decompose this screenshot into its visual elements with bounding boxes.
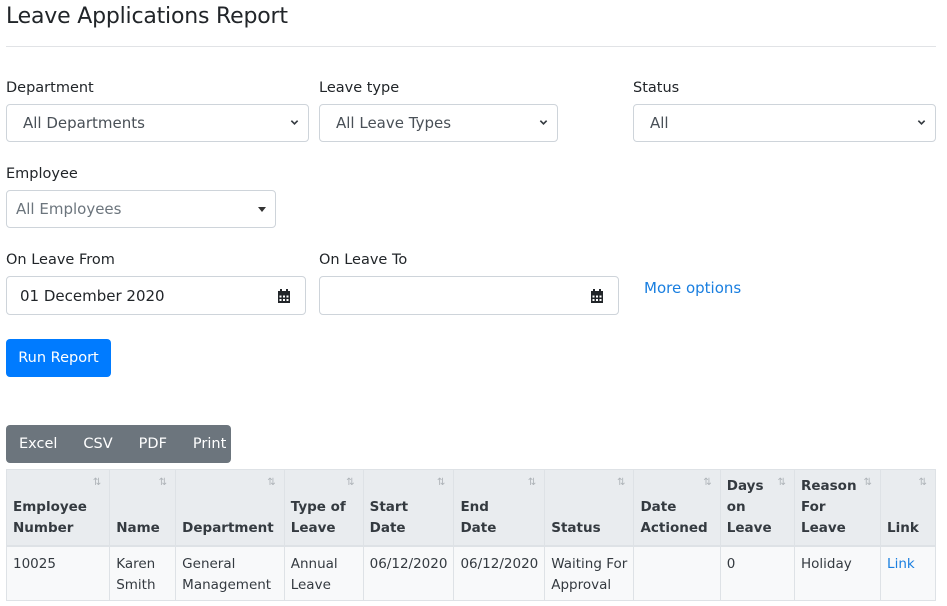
run-report-button[interactable]: Run Report (6, 339, 111, 377)
table-row: 10025 Karen Smith General Management Ann… (5, 545, 936, 601)
department-select-value: All Departments (23, 114, 145, 132)
cell-reason-for-leave: Holiday (793, 545, 882, 601)
sort-icon: ⇅ (703, 477, 712, 488)
cell-start-date: 06/12/2020 (362, 545, 455, 601)
on-leave-to-label: On Leave To (319, 252, 408, 268)
more-options-link[interactable]: More options (644, 279, 741, 297)
cell-name: Karen Smith (109, 545, 177, 601)
status-select[interactable]: All (633, 104, 936, 142)
leave-type-select[interactable]: All Leave Types (319, 104, 558, 142)
column-header-end-date[interactable]: ⇅ End Date (453, 469, 546, 547)
column-header-name[interactable]: ⇅ Name (109, 469, 177, 547)
status-label: Status (633, 80, 680, 96)
sort-icon: ⇅ (267, 477, 276, 488)
employee-label: Employee (6, 166, 78, 182)
sort-icon: ⇅ (918, 477, 927, 488)
sort-icon: ⇅ (777, 477, 786, 488)
on-leave-from-label: On Leave From (6, 252, 115, 268)
caret-down-icon (258, 207, 266, 212)
title-divider (6, 46, 936, 47)
department-select[interactable]: All Departments (6, 104, 309, 142)
export-excel-button[interactable]: Excel (6, 436, 70, 452)
cell-date-actioned (633, 545, 721, 601)
department-label: Department (6, 80, 94, 96)
column-header-days-on-leave[interactable]: ⇅ Days on Leave (719, 469, 795, 547)
application-link[interactable]: Link (887, 556, 915, 572)
leave-type-select-value: All Leave Types (336, 114, 452, 132)
print-button[interactable]: Print (180, 436, 239, 452)
chevron-down-icon (917, 120, 926, 125)
calendar-icon[interactable] (590, 289, 604, 303)
status-select-value: All (650, 114, 669, 132)
on-leave-to-input[interactable] (319, 276, 619, 315)
cell-employee-number: 10025 (5, 545, 111, 601)
sort-icon: ⇅ (158, 477, 168, 488)
leave-applications-table: ⇅ Employee Number ⇅ Name ⇅ Department ⇅ Type … (5, 469, 936, 601)
sort-icon: ⇅ (863, 477, 873, 488)
column-header-department[interactable]: ⇅ Department (175, 469, 285, 547)
column-header-employee-number[interactable]: ⇅ Employee Number (5, 469, 111, 547)
column-header-status[interactable]: ⇅ Status (544, 469, 635, 547)
leave-type-label: Leave type (319, 80, 400, 96)
export-button-group: Excel CSV PDF Print (6, 425, 231, 463)
on-leave-from-input[interactable]: 01 December 2020 (6, 276, 306, 315)
cell-days-on-leave: 0 (719, 545, 795, 601)
column-header-reason-for-leave[interactable]: ⇅ Reason For Leave (793, 469, 882, 547)
column-header-start-date[interactable]: ⇅ Start Date (362, 469, 455, 547)
calendar-icon[interactable] (277, 289, 291, 303)
export-csv-button[interactable]: CSV (70, 436, 125, 452)
cell-department: General Management (175, 545, 285, 601)
sort-icon: ⇅ (437, 477, 446, 488)
chevron-down-icon (290, 120, 299, 125)
chevron-down-icon (539, 120, 548, 125)
sort-icon: ⇅ (346, 477, 355, 488)
cell-status: Waiting For Approval (544, 545, 635, 601)
export-pdf-button[interactable]: PDF (126, 436, 180, 452)
cell-type-of-leave: Annual Leave (283, 545, 364, 601)
on-leave-from-value: 01 December 2020 (20, 286, 165, 305)
sort-icon: ⇅ (92, 477, 102, 488)
column-header-type-of-leave[interactable]: ⇅ Type of Leave (283, 469, 364, 547)
table-header-row: ⇅ Employee Number ⇅ Name ⇅ Department ⇅ Type … (5, 469, 936, 547)
employee-select[interactable]: All Employees (6, 190, 276, 228)
sort-icon: ⇅ (617, 477, 626, 488)
employee-select-value: All Employees (16, 200, 122, 218)
column-header-link[interactable]: ⇅ Link (880, 469, 936, 547)
page-title: Leave Applications Report (6, 4, 288, 29)
sort-icon: ⇅ (527, 477, 537, 488)
cell-link: Link (880, 545, 936, 601)
cell-end-date: 06/12/2020 (453, 545, 546, 601)
column-header-date-actioned[interactable]: ⇅ Date Actioned (633, 469, 721, 547)
